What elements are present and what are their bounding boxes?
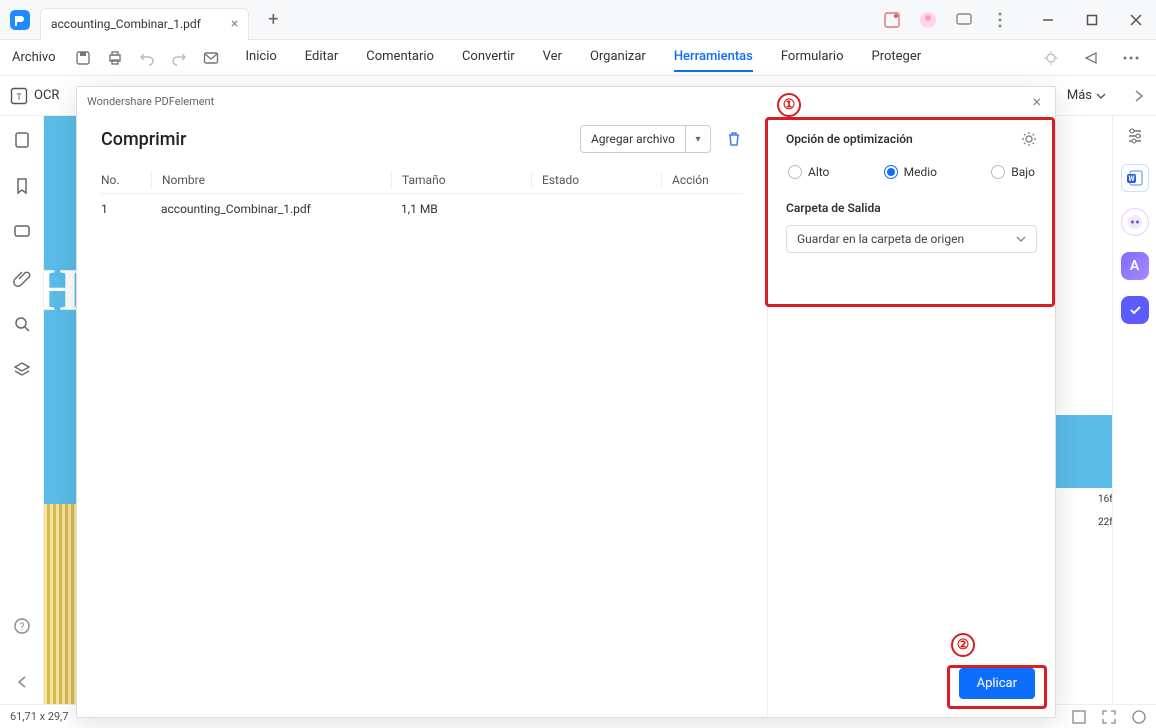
file-menu[interactable]: Archivo: [12, 50, 56, 65]
table-header: No. Nombre Tamaño Estado Acción: [101, 167, 743, 194]
table-row[interactable]: 1 accounting_Combinar_1.pdf 1,1 MB: [101, 194, 743, 224]
attachment-icon[interactable]: [10, 266, 34, 290]
close-button[interactable]: [1116, 0, 1156, 40]
tab-title: accounting_Combinar_1.pdf: [51, 17, 201, 31]
output-folder-select[interactable]: Guardar en la carpeta de origen: [786, 225, 1037, 253]
avatar-icon[interactable]: [918, 10, 938, 30]
bulb-icon[interactable]: [1038, 45, 1064, 71]
gear-icon[interactable]: [1021, 131, 1037, 147]
save-icon[interactable]: [70, 45, 96, 71]
check-app-icon[interactable]: [1121, 296, 1149, 324]
col-action: Acción: [661, 173, 743, 187]
app-a-icon[interactable]: A: [1121, 252, 1149, 280]
word-export-icon[interactable]: W: [1121, 164, 1149, 192]
page-dimensions: 61,71 x 29,7: [10, 710, 69, 723]
menu-comentario[interactable]: Comentario: [366, 43, 434, 72]
col-name: Nombre: [151, 173, 391, 187]
menu-ver[interactable]: Ver: [543, 43, 562, 72]
radio-low[interactable]: Bajo: [991, 165, 1035, 179]
compress-dialog: Wondershare PDFelement × Comprimir Agreg…: [76, 86, 1056, 718]
page-thumbs-icon[interactable]: [10, 128, 34, 152]
callout-badge-2: ②: [951, 633, 975, 657]
bookmark-icon[interactable]: [10, 174, 34, 198]
zoom-icon[interactable]: [1132, 710, 1146, 724]
apply-button[interactable]: Aplicar: [959, 668, 1035, 699]
new-tab-button[interactable]: +: [259, 6, 287, 34]
chevron-down-icon: [1016, 234, 1026, 244]
dialog-close-icon[interactable]: ×: [1028, 92, 1045, 111]
col-status: Estado: [531, 173, 661, 187]
col-size: Tamaño: [391, 173, 531, 187]
trash-icon[interactable]: [725, 130, 743, 148]
svg-text:T: T: [16, 93, 22, 103]
optimization-radios: Alto Medio Bajo: [786, 165, 1037, 179]
menu-formulario[interactable]: Formulario: [781, 43, 844, 72]
menu-herramientas[interactable]: Herramientas: [674, 43, 753, 72]
main-menu: Inicio Editar Comentario Convertir Ver O…: [246, 43, 922, 72]
callout-badge-1: ①: [777, 93, 801, 117]
titlebar-icons: [882, 10, 1018, 30]
app-logo: [0, 0, 40, 40]
notification-icon[interactable]: [882, 10, 902, 30]
radio-high[interactable]: Alto: [788, 165, 829, 179]
menu-inicio[interactable]: Inicio: [246, 43, 277, 72]
chat-icon[interactable]: [954, 10, 974, 30]
output-folder-label: Carpeta de Salida: [786, 201, 1037, 215]
minimize-button[interactable]: [1028, 0, 1068, 40]
add-file-button[interactable]: Agregar archivo ▾: [580, 125, 711, 153]
menu-editar[interactable]: Editar: [305, 43, 339, 72]
toolbar-expand-icon[interactable]: [1132, 89, 1146, 103]
layers-icon[interactable]: [10, 358, 34, 382]
ai-bot-icon[interactable]: [1121, 208, 1149, 236]
sliders-icon[interactable]: [1123, 124, 1147, 148]
document-tab[interactable]: accounting_Combinar_1.pdf ×: [40, 8, 249, 40]
search-icon[interactable]: [10, 312, 34, 336]
dialog-app-title: Wondershare PDFelement: [87, 95, 214, 108]
right-rail: W A: [1112, 116, 1156, 704]
col-no: No.: [101, 173, 151, 187]
svg-text:W: W: [1128, 175, 1135, 183]
dialog-title: Comprimir: [101, 129, 186, 150]
ocr-tool[interactable]: T OCR: [10, 87, 59, 105]
close-tab-icon[interactable]: ×: [231, 16, 238, 32]
comment-panel-icon[interactable]: [10, 220, 34, 244]
maximize-button[interactable]: [1072, 0, 1112, 40]
fullscreen-icon[interactable]: [1102, 710, 1116, 724]
redo-icon[interactable]: [166, 45, 192, 71]
ocr-label: OCR: [34, 88, 59, 103]
menu-organizar[interactable]: Organizar: [590, 43, 646, 72]
mail-icon[interactable]: [198, 45, 224, 71]
undo-icon[interactable]: [134, 45, 160, 71]
add-file-dropdown-icon[interactable]: ▾: [686, 126, 710, 152]
print-icon[interactable]: [102, 45, 128, 71]
kebab-icon[interactable]: [990, 10, 1010, 30]
menubar: Archivo Inicio Editar Comentario Convert…: [0, 40, 1156, 76]
menu-convertir[interactable]: Convertir: [462, 43, 515, 72]
svg-text:?: ?: [19, 622, 24, 633]
menu-proteger[interactable]: Proteger: [872, 43, 922, 72]
collapse-left-icon[interactable]: [10, 670, 34, 694]
left-rail: ?: [0, 116, 44, 704]
help-icon[interactable]: ?: [10, 614, 34, 638]
radio-medium[interactable]: Medio: [884, 165, 937, 179]
optimization-title: Opción de optimización: [786, 132, 913, 146]
overflow-icon[interactable]: [1118, 45, 1144, 71]
view-mode-icon[interactable]: [1072, 710, 1086, 724]
share-icon[interactable]: [1078, 45, 1104, 71]
titlebar: accounting_Combinar_1.pdf × +: [0, 0, 1156, 40]
